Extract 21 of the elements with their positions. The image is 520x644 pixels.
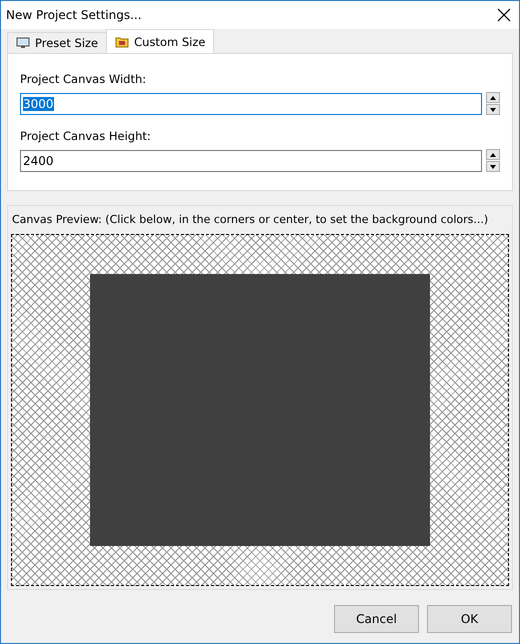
window-title: New Project Settings... bbox=[6, 8, 142, 22]
number-field[interactable]: 2400 bbox=[20, 150, 482, 172]
spin-up-button[interactable] bbox=[486, 92, 500, 103]
down-arrow-icon bbox=[490, 164, 496, 168]
field-label: Project Canvas Height: bbox=[20, 129, 152, 143]
spin-up-button[interactable] bbox=[486, 149, 500, 160]
up-arrow-icon bbox=[490, 96, 496, 100]
tab[interactable]: Custom Size bbox=[106, 29, 214, 53]
dialog-button[interactable]: Cancel bbox=[334, 605, 419, 633]
spin-down-button[interactable] bbox=[486, 104, 500, 115]
up-arrow-icon bbox=[490, 152, 496, 156]
field-label: Project Canvas Width: bbox=[20, 72, 148, 86]
down-arrow-icon bbox=[490, 108, 496, 112]
monitor-icon bbox=[16, 37, 30, 49]
spin-down-button[interactable] bbox=[486, 161, 500, 172]
tab[interactable]: Preset Size bbox=[7, 32, 108, 53]
dialog-button[interactable]: OK bbox=[427, 605, 512, 633]
number-field[interactable]: 3000 bbox=[20, 92, 482, 114]
group-label: Canvas Preview: (Click below, in the corners or center, to set the background colors...) bbox=[11, 212, 490, 228]
close-icon[interactable] bbox=[497, 8, 511, 22]
folder-icon bbox=[115, 36, 130, 48]
